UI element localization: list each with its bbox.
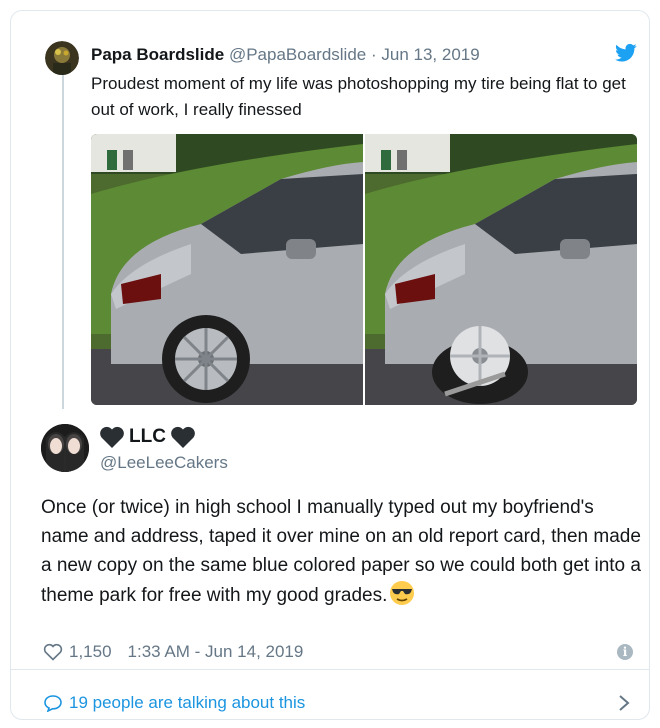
sunglasses-emoji bbox=[389, 580, 415, 606]
avatar[interactable] bbox=[45, 41, 79, 75]
tweet-date[interactable]: Jun 13, 2019 bbox=[381, 45, 479, 64]
car-photo-edited[interactable] bbox=[365, 134, 637, 405]
black-heart-icon bbox=[99, 425, 125, 449]
tweet-body: Once (or twice) in high school I manuall… bbox=[41, 497, 641, 606]
heart-outline-icon[interactable] bbox=[43, 643, 63, 661]
thread-line bbox=[62, 71, 64, 409]
display-name[interactable]: Papa Boardslide bbox=[91, 45, 224, 64]
info-icon[interactable]: i bbox=[617, 644, 633, 660]
tweet-photos[interactable] bbox=[91, 134, 637, 405]
handle[interactable]: @LeeLeeCakers bbox=[100, 453, 228, 473]
separator: · bbox=[370, 45, 377, 64]
tweet-stats: 1,150 1:33 AM - Jun 14, 2019 bbox=[43, 642, 303, 662]
tweet-embed-card: Papa Boardslide @PapaBoardslide · Jun 13… bbox=[10, 10, 650, 720]
speech-bubble-icon bbox=[43, 694, 63, 713]
main-tweet-text: Once (or twice) in high school I manuall… bbox=[41, 493, 641, 610]
main-tweet-name[interactable]: LLC bbox=[99, 425, 196, 449]
quoted-tweet-header: Papa Boardslide @PapaBoardslide · Jun 13… bbox=[91, 45, 480, 65]
avatar[interactable] bbox=[41, 424, 89, 472]
talking-about-link[interactable]: 19 people are talking about this bbox=[43, 693, 305, 713]
twitter-bird-icon[interactable] bbox=[615, 43, 637, 63]
car-photo-original[interactable] bbox=[91, 134, 363, 405]
like-count[interactable]: 1,150 bbox=[69, 642, 112, 662]
display-name: LLC bbox=[129, 426, 166, 447]
tweet-timestamp[interactable]: 1:33 AM - Jun 14, 2019 bbox=[128, 642, 304, 662]
quoted-tweet-text: Proudest moment of my life was photoshop… bbox=[91, 74, 626, 119]
divider bbox=[11, 669, 649, 670]
black-heart-icon bbox=[170, 425, 196, 449]
handle[interactable]: @PapaBoardslide bbox=[229, 45, 366, 64]
talking-text: 19 people are talking about this bbox=[69, 693, 306, 712]
chevron-right-icon[interactable] bbox=[617, 694, 631, 712]
